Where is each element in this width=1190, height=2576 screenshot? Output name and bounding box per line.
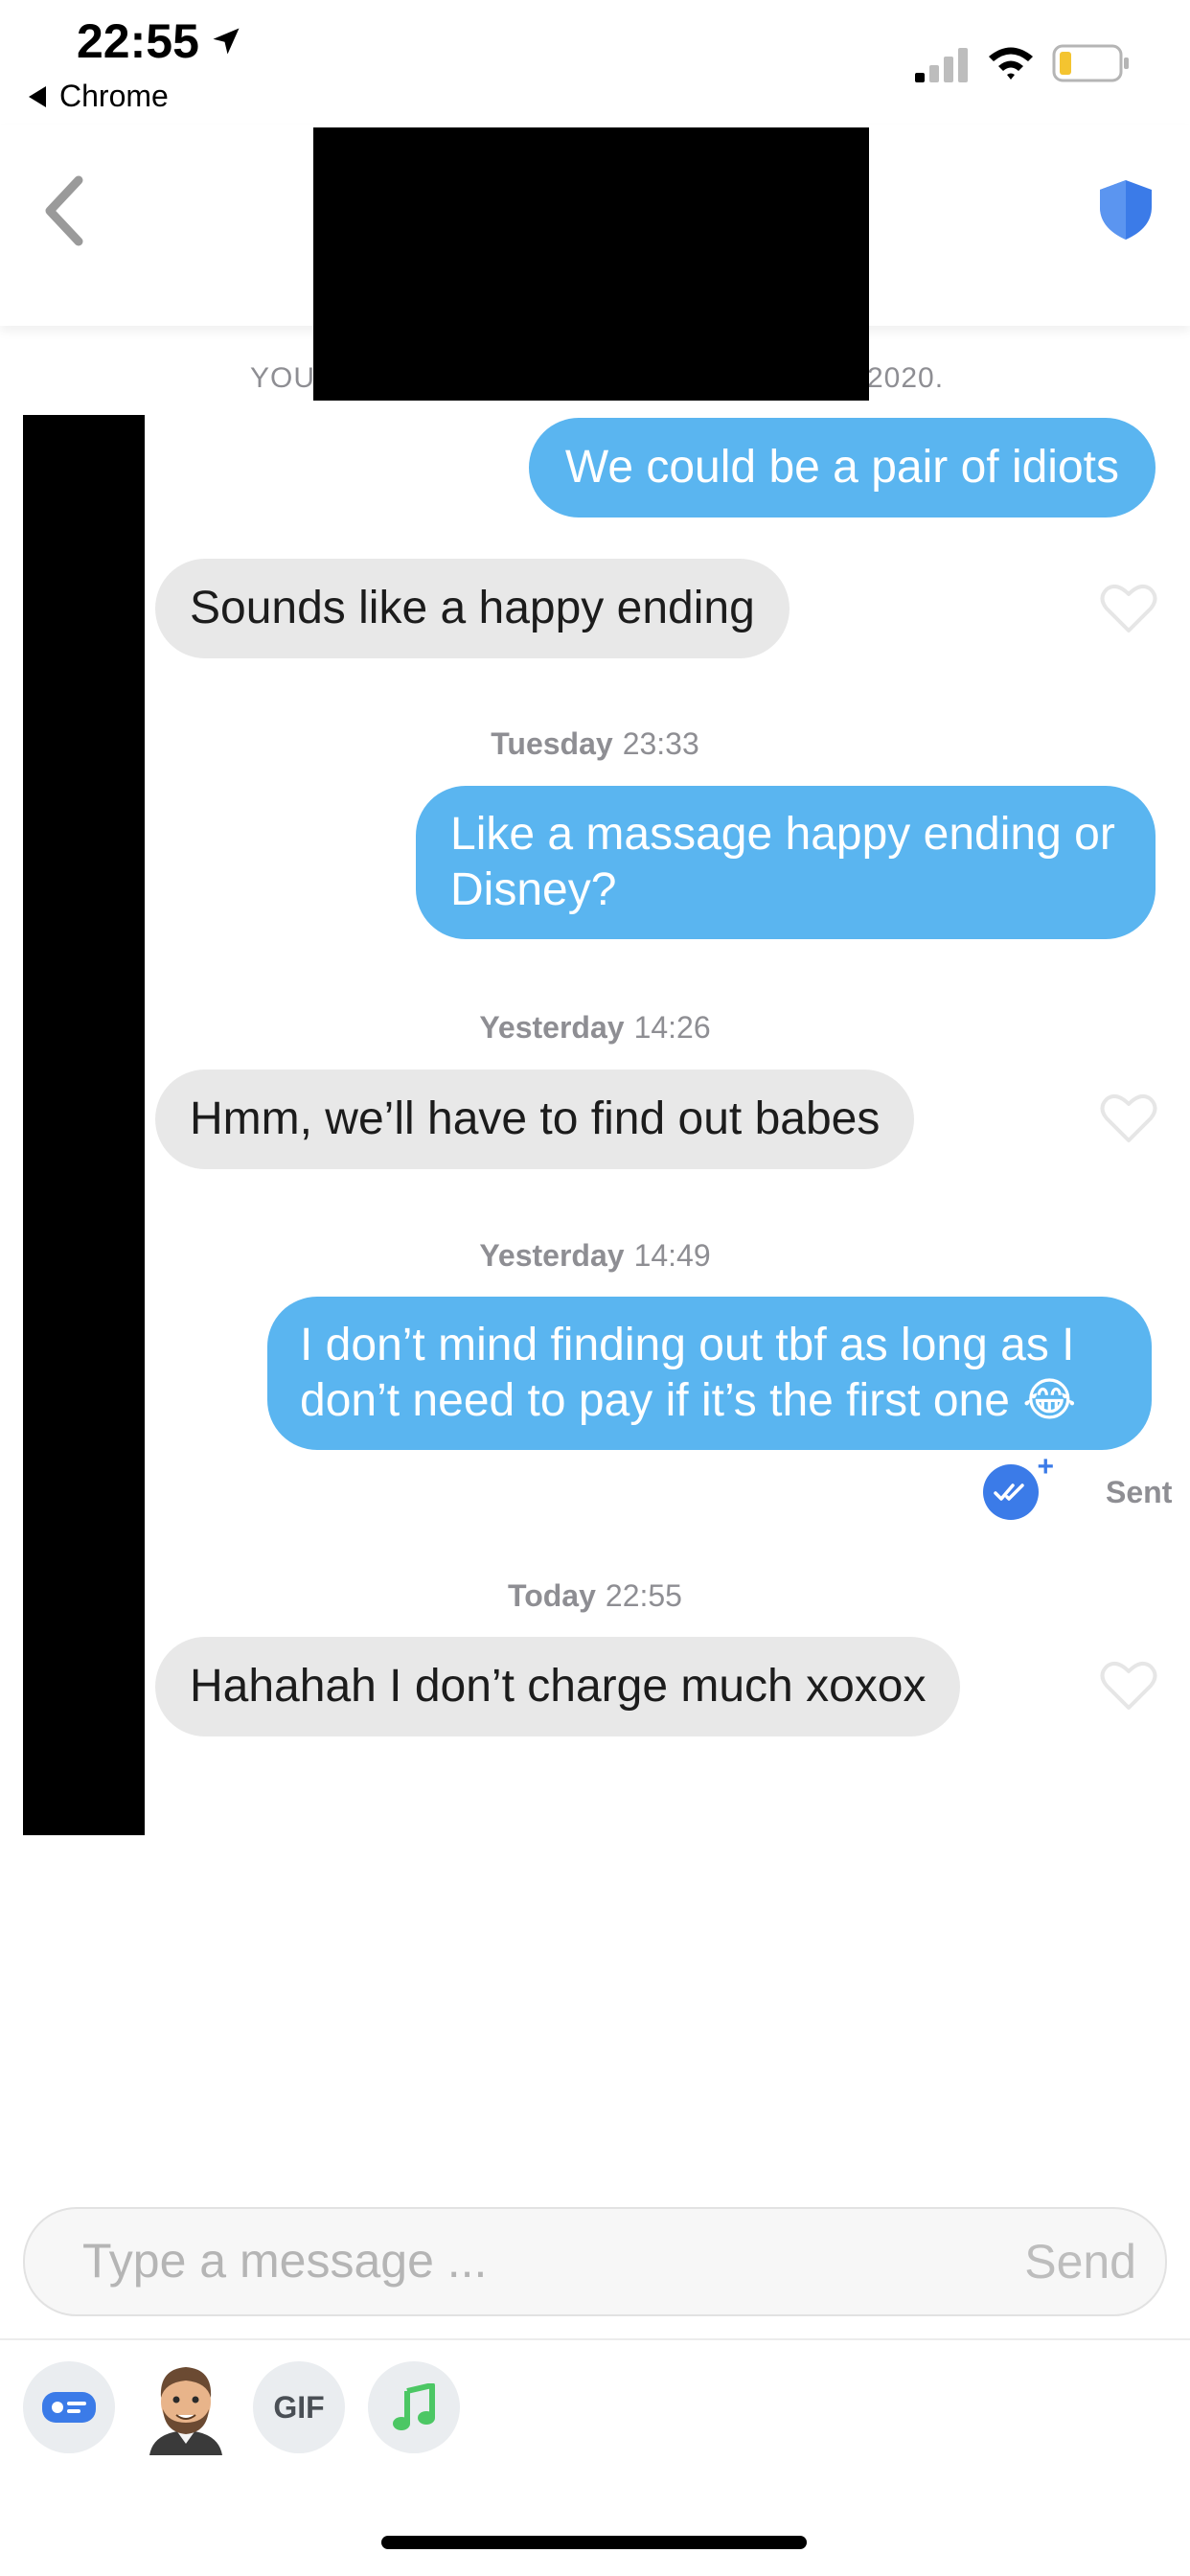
location-arrow-icon (213, 28, 240, 55)
redacted-profile-block (313, 127, 869, 401)
double-check-icon (994, 1484, 1024, 1501)
contact-card-button[interactable] (23, 2361, 115, 2453)
send-button[interactable]: Send (1024, 2234, 1136, 2289)
redacted-avatar-column (23, 415, 145, 1835)
toolbar-divider (0, 2338, 1190, 2340)
back-chevron-icon[interactable] (36, 172, 94, 249)
laughing-emoji: 😂 (1022, 1375, 1077, 1426)
like-heart-icon[interactable] (1100, 1092, 1157, 1144)
wifi-icon (989, 47, 1033, 80)
message-timestamp: Today 22:55 (508, 1578, 682, 1613)
bitmoji-button[interactable] (140, 2356, 232, 2455)
cellular-signal-icon (915, 48, 968, 82)
delivery-status: + Sent (983, 1451, 1172, 1520)
like-heart-icon[interactable] (1100, 583, 1157, 634)
back-triangle-icon (29, 85, 46, 107)
contact-card-icon (42, 2392, 96, 2423)
message-timestamp: Yesterday 14:49 (479, 1238, 711, 1273)
home-indicator[interactable] (381, 2536, 807, 2549)
plus-icon: + (1037, 1451, 1054, 1483)
music-button[interactable] (368, 2361, 460, 2453)
message-timestamp: Yesterday 14:26 (479, 1010, 711, 1045)
message-bubble-incoming[interactable]: Hmm, we’ll have to find out babes (155, 1070, 915, 1169)
message-bubble-outgoing[interactable]: We could be a pair of idiots (528, 418, 1156, 518)
message-bubble-outgoing[interactable]: Like a massage happy ending or Disney? (416, 786, 1156, 939)
bitmoji-avatar-icon (149, 2367, 222, 2455)
message-timestamp: Tuesday 23:33 (491, 726, 699, 761)
message-input[interactable] (80, 2209, 947, 2312)
safety-shield-icon[interactable] (1096, 178, 1156, 242)
message-composer: Send (23, 2207, 1167, 2316)
like-heart-icon[interactable] (1100, 1660, 1157, 1712)
status-time: 22:55 (77, 13, 243, 69)
message-bubble-incoming[interactable]: Hahahah I don’t charge much xoxox (155, 1637, 961, 1736)
gif-button[interactable]: GIF (253, 2361, 345, 2453)
read-receipt-icon[interactable]: + (983, 1451, 1054, 1520)
message-bubble-incoming[interactable]: Sounds like a happy ending (155, 559, 790, 658)
back-to-app-link[interactable]: Chrome (29, 79, 169, 114)
music-note-icon (393, 2383, 435, 2430)
battery-icon (1052, 44, 1129, 82)
message-bubble-outgoing[interactable]: I don’t mind finding out tbf as long as … (267, 1297, 1152, 1450)
